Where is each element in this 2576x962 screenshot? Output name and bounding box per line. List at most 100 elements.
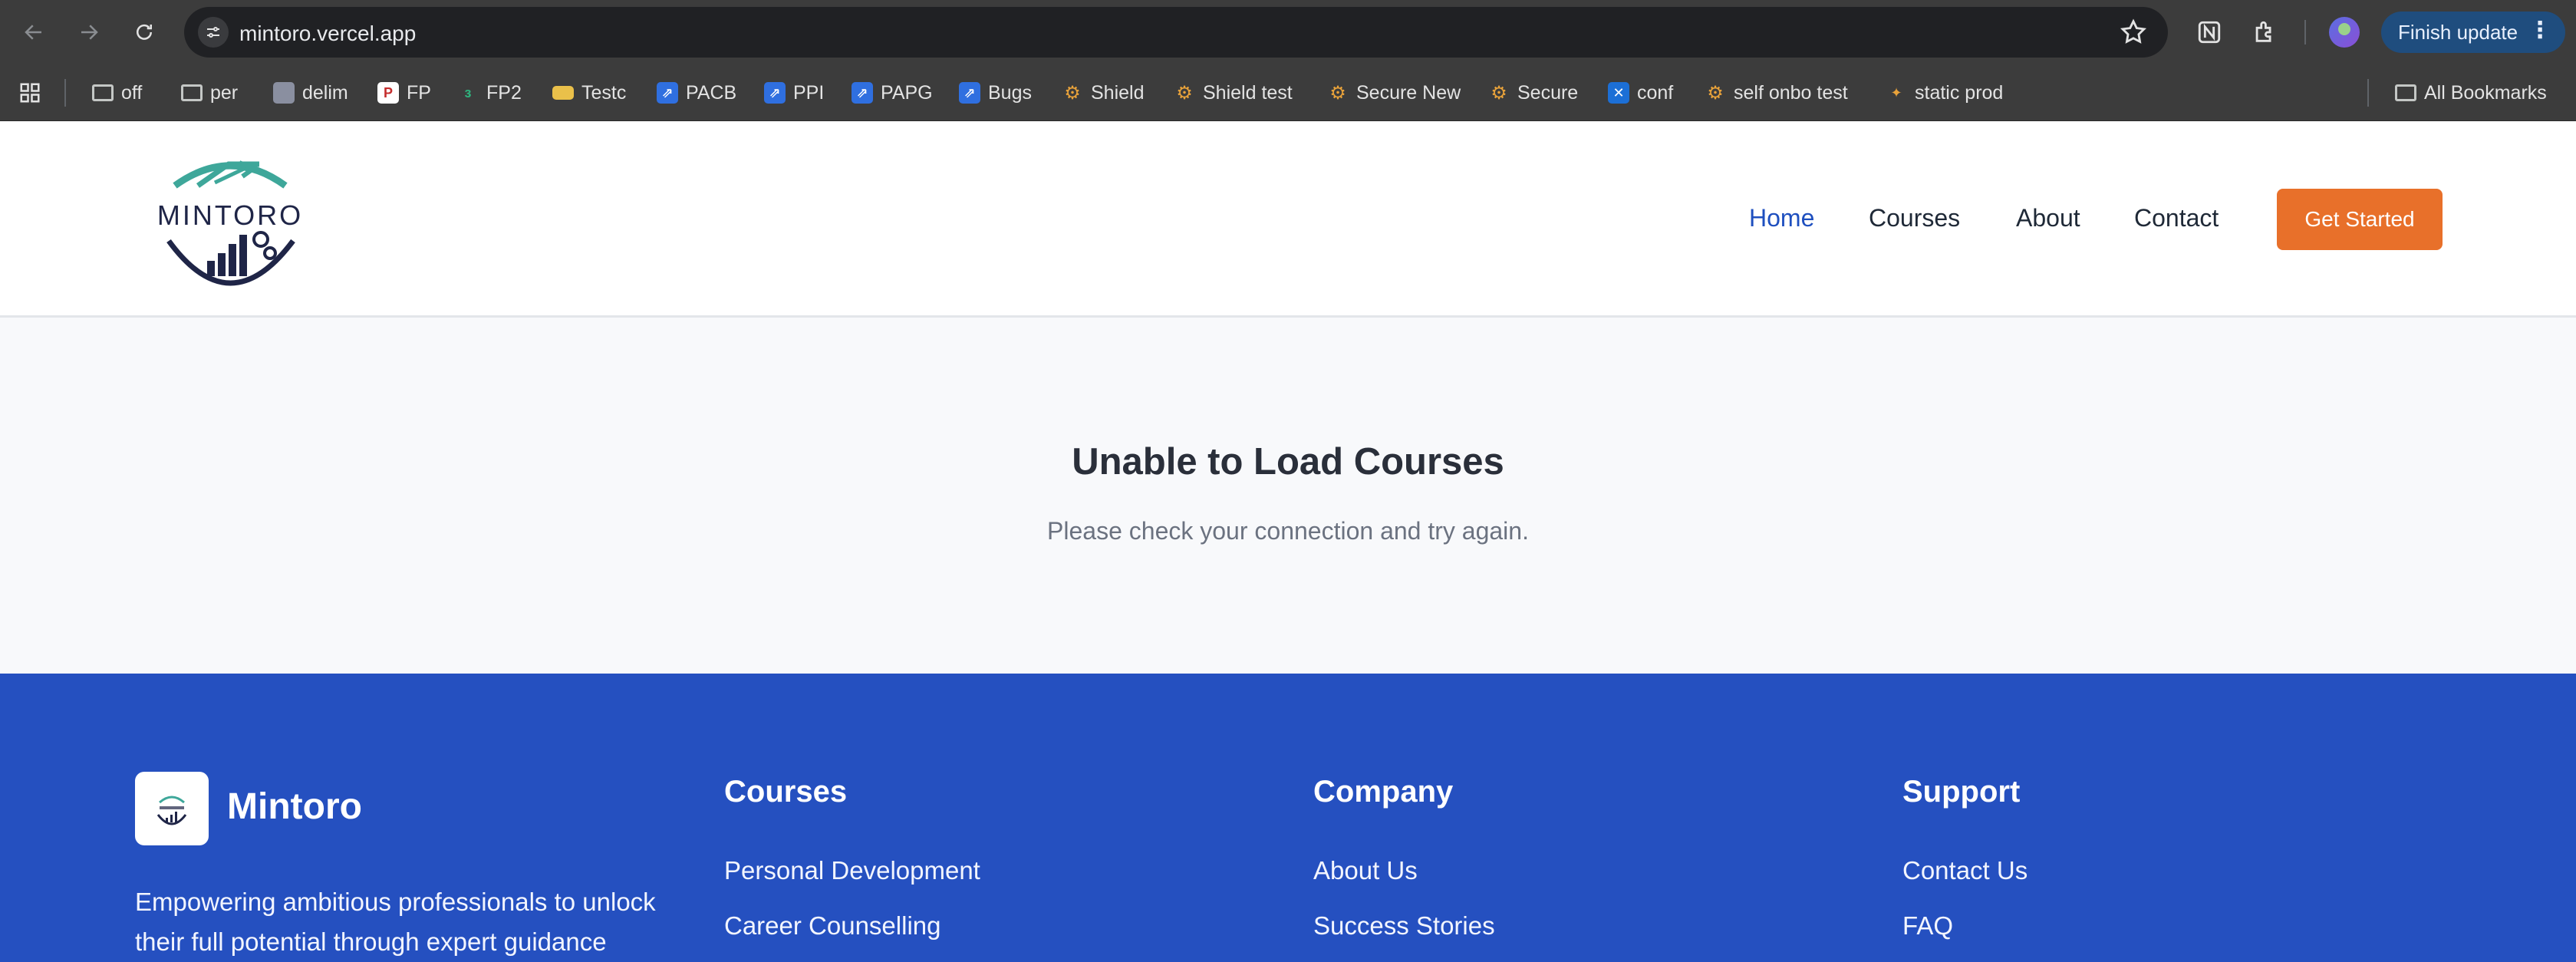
apps-grid-icon (20, 83, 40, 103)
bookmark-label: conf (1637, 81, 1674, 104)
card-icon (552, 86, 574, 100)
nav-courses[interactable]: Courses (1869, 204, 1960, 232)
fp2-icon: ɜ (464, 84, 472, 100)
all-bookmarks-label: All Bookmarks (2424, 81, 2547, 104)
bookmark-label: delim (302, 81, 348, 104)
site-settings-icon[interactable] (198, 17, 229, 48)
delim-icon (273, 82, 295, 104)
bookmark-item[interactable]: off (92, 81, 142, 105)
jira-icon: ⇗ (764, 82, 786, 104)
nav-about[interactable]: About (2016, 204, 2080, 232)
get-started-button[interactable]: Get Started (2277, 189, 2443, 250)
kebab-menu-icon[interactable]: ⋮ (2528, 19, 2551, 42)
nav-contact[interactable]: Contact (2134, 204, 2219, 232)
bookmark-star-icon[interactable] (2119, 18, 2148, 47)
bookmark-label: PACB (686, 81, 737, 104)
folder-icon (181, 84, 203, 101)
bookmark-label: Shield (1091, 81, 1145, 104)
back-button[interactable] (15, 14, 52, 51)
bookmark-item[interactable]: ɜ FP2 (457, 81, 522, 105)
back-arrow-icon (25, 25, 41, 40)
logo-text: MINTORO (156, 199, 304, 231)
folder-icon (92, 84, 114, 101)
footer-link-faq[interactable]: FAQ (1902, 911, 1953, 941)
footer-link-about-us[interactable]: About Us (1313, 856, 1418, 885)
bookmark-label: FP2 (486, 81, 522, 104)
bookmark-label: off (121, 81, 143, 104)
extensions-puzzle-icon[interactable] (2248, 15, 2281, 49)
bookmark-item[interactable]: ⚙ Secure (1488, 81, 1578, 105)
bookmark-item[interactable]: ⚙ Shield (1062, 81, 1145, 105)
footer-brand-name: Mintoro (227, 786, 362, 827)
site-footer: Mintoro Empowering ambitious professiona… (0, 674, 2576, 962)
finish-update-label: Finish update (2398, 20, 2518, 44)
bookmark-item[interactable]: delim (273, 81, 348, 105)
address-bar[interactable]: mintoro.vercel.app (184, 7, 2168, 58)
footer-courses-heading: Courses (724, 775, 848, 809)
profile-avatar[interactable] (2329, 17, 2360, 48)
bookmark-item[interactable]: ⇗ Bugs (959, 81, 1032, 105)
nav-home[interactable]: Home (1749, 204, 1814, 232)
notion-extension-icon[interactable] (2192, 15, 2226, 49)
bookmarks-divider (64, 79, 66, 107)
bookmark-item[interactable]: ⇗ PPI (764, 81, 824, 105)
jira-icon: ⇗ (657, 82, 678, 104)
footer-support-heading: Support (1902, 775, 2021, 809)
all-bookmarks-button[interactable]: All Bookmarks (2395, 81, 2547, 105)
footer-link-success-stories[interactable]: Success Stories (1313, 911, 1495, 941)
error-message: Please check your connection and try aga… (1047, 517, 1529, 545)
bookmark-item[interactable]: Testc (552, 81, 626, 105)
shield-app-icon: ⚙ (1329, 82, 1346, 104)
bookmark-item[interactable]: ⚙ Secure New (1327, 81, 1461, 105)
bookmark-item[interactable]: ✦ static prod (1886, 81, 2003, 105)
footer-description: Empowering ambitious professionals to un… (135, 888, 656, 956)
mintoro-logo[interactable]: MINTORO (153, 149, 315, 293)
shield-app-icon: ✦ (1890, 84, 1902, 100)
forward-arrow-icon (81, 25, 98, 40)
apps-grid-button[interactable] (18, 81, 41, 105)
bookmark-label: Testc (581, 81, 627, 104)
bookmark-item[interactable]: P FP (377, 81, 431, 105)
bookmark-label: Bugs (988, 81, 1032, 104)
bookmarks-bar: off per delim P FP ɜ FP2 Testc ⇗ PACB ⇗ PPI … (0, 64, 2576, 121)
bookmark-label: Secure (1517, 81, 1579, 104)
footer-company-heading: Company (1313, 775, 1454, 809)
bookmark-label: per (210, 81, 239, 104)
bookmark-label: FP (407, 81, 431, 104)
forward-button[interactable] (71, 14, 107, 51)
folder-icon (2395, 84, 2416, 101)
reload-button[interactable] (126, 14, 163, 51)
footer-logo[interactable] (135, 772, 209, 845)
bookmark-item[interactable]: ✕ conf (1608, 81, 1673, 105)
reload-icon (137, 24, 152, 40)
shield-app-icon: ⚙ (1176, 82, 1193, 104)
confluence-icon: ✕ (1608, 82, 1629, 104)
url-text[interactable]: mintoro.vercel.app (239, 21, 416, 46)
shield-app-icon: ⚙ (1491, 82, 1507, 104)
error-title: Unable to Load Courses (1072, 441, 1504, 483)
bookmark-label: PAPG (881, 81, 933, 104)
bookmarks-divider (2367, 79, 2369, 107)
shield-app-icon: ⚙ (1064, 82, 1081, 104)
main-content: Unable to Load Courses Please check your… (0, 318, 2576, 674)
bookmark-label: Shield test (1203, 81, 1293, 104)
footer-link-contact-us[interactable]: Contact Us (1902, 856, 2028, 885)
bookmark-item[interactable]: ⚙ Shield test (1174, 81, 1293, 105)
browser-toolbar: mintoro.vercel.app Finish update ⋮ (0, 0, 2576, 64)
shield-app-icon: ⚙ (1707, 82, 1724, 104)
site-header: MINTORO Home Courses About Contact Get S… (0, 121, 2576, 318)
bookmark-label: Secure New (1356, 81, 1461, 104)
bookmark-item[interactable]: ⇗ PAPG (852, 81, 933, 105)
bookmark-label: self onbo test (1734, 81, 1848, 104)
jira-icon: ⇗ (852, 82, 873, 104)
bookmark-item[interactable]: ⇗ PACB (657, 81, 736, 105)
bookmark-label: PPI (793, 81, 825, 104)
bookmark-item[interactable]: per (181, 81, 238, 105)
footer-link-career-counselling[interactable]: Career Counselling (724, 911, 940, 941)
finish-update-button[interactable]: Finish update ⋮ (2381, 12, 2565, 53)
bookmark-label: static prod (1915, 81, 2004, 104)
footer-link-personal-development[interactable]: Personal Development (724, 856, 980, 885)
toolbar-divider (2304, 20, 2306, 44)
bookmark-item[interactable]: ⚙ self onbo test (1705, 81, 1848, 105)
footer-logo-icon (156, 796, 187, 825)
